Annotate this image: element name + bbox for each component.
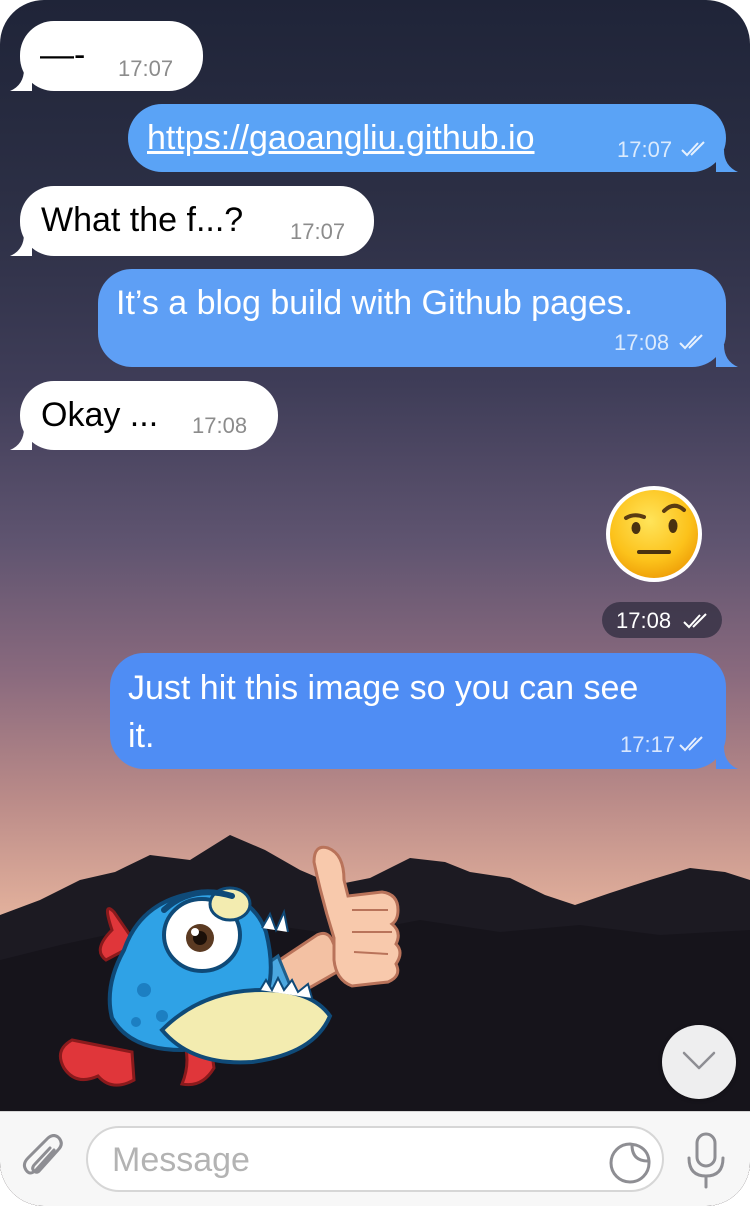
chevron-down-icon xyxy=(682,1051,716,1070)
microphone-icon[interactable] xyxy=(684,1132,728,1190)
read-checkmarks-icon xyxy=(683,613,707,629)
outgoing-message[interactable]: https://gaoangliu.github.io 17:07 xyxy=(128,104,738,172)
bubble-tail xyxy=(716,345,738,367)
message-text: Okay ... xyxy=(41,396,159,434)
message-placeholder: Message xyxy=(112,1141,250,1179)
message-time: 17:08 xyxy=(616,608,672,633)
bubble-tail xyxy=(10,234,32,256)
paperclip-icon[interactable] xyxy=(20,1134,66,1184)
scroll-to-bottom-button[interactable] xyxy=(662,1025,736,1099)
message-time: 17:07 xyxy=(617,137,673,162)
fish-thumbs-up-sticker[interactable] xyxy=(52,840,412,1110)
bubble-tail xyxy=(716,150,738,172)
outgoing-message[interactable]: It’s a blog build with Github pages. 17:… xyxy=(98,269,738,367)
incoming-message[interactable]: —- 17:07 xyxy=(10,21,203,91)
bubble-tail xyxy=(716,747,738,769)
message-text: —- xyxy=(40,36,86,74)
message-text-line: it. xyxy=(128,717,155,755)
message-text: What the f...? xyxy=(41,201,244,239)
sticker-icon[interactable] xyxy=(608,1141,652,1185)
raised-eyebrow-emoji-sticker[interactable] xyxy=(604,484,704,584)
message-input[interactable]: Message xyxy=(86,1126,664,1192)
outgoing-message[interactable]: Just hit this image so you can see it. 1… xyxy=(110,653,738,769)
incoming-message[interactable]: What the f...? 17:07 xyxy=(10,186,374,256)
message-composer: Message xyxy=(0,1111,750,1206)
bubble-tail xyxy=(10,69,32,91)
incoming-message[interactable]: Okay ... 17:08 xyxy=(10,381,278,450)
bubble-tail xyxy=(10,428,32,450)
message-time: 17:17 xyxy=(620,732,676,757)
message-time: 17:07 xyxy=(290,219,346,244)
read-checkmarks-icon xyxy=(681,141,705,157)
chat-screen: —- 17:07 https://gaoangliu.github.io 17:… xyxy=(0,0,750,1206)
read-checkmarks-icon xyxy=(679,736,703,752)
message-time: 17:07 xyxy=(118,56,174,81)
sticker-timestamp: 17:08 xyxy=(602,602,722,638)
message-time: 17:08 xyxy=(192,413,248,438)
message-link[interactable]: https://gaoangliu.github.io xyxy=(147,114,535,162)
message-text-line: Just hit this image so you can see xyxy=(128,669,639,707)
message-text: It’s a blog build with Github pages. xyxy=(116,284,634,322)
message-time: 17:08 xyxy=(614,330,670,355)
read-checkmarks-icon xyxy=(679,334,703,350)
